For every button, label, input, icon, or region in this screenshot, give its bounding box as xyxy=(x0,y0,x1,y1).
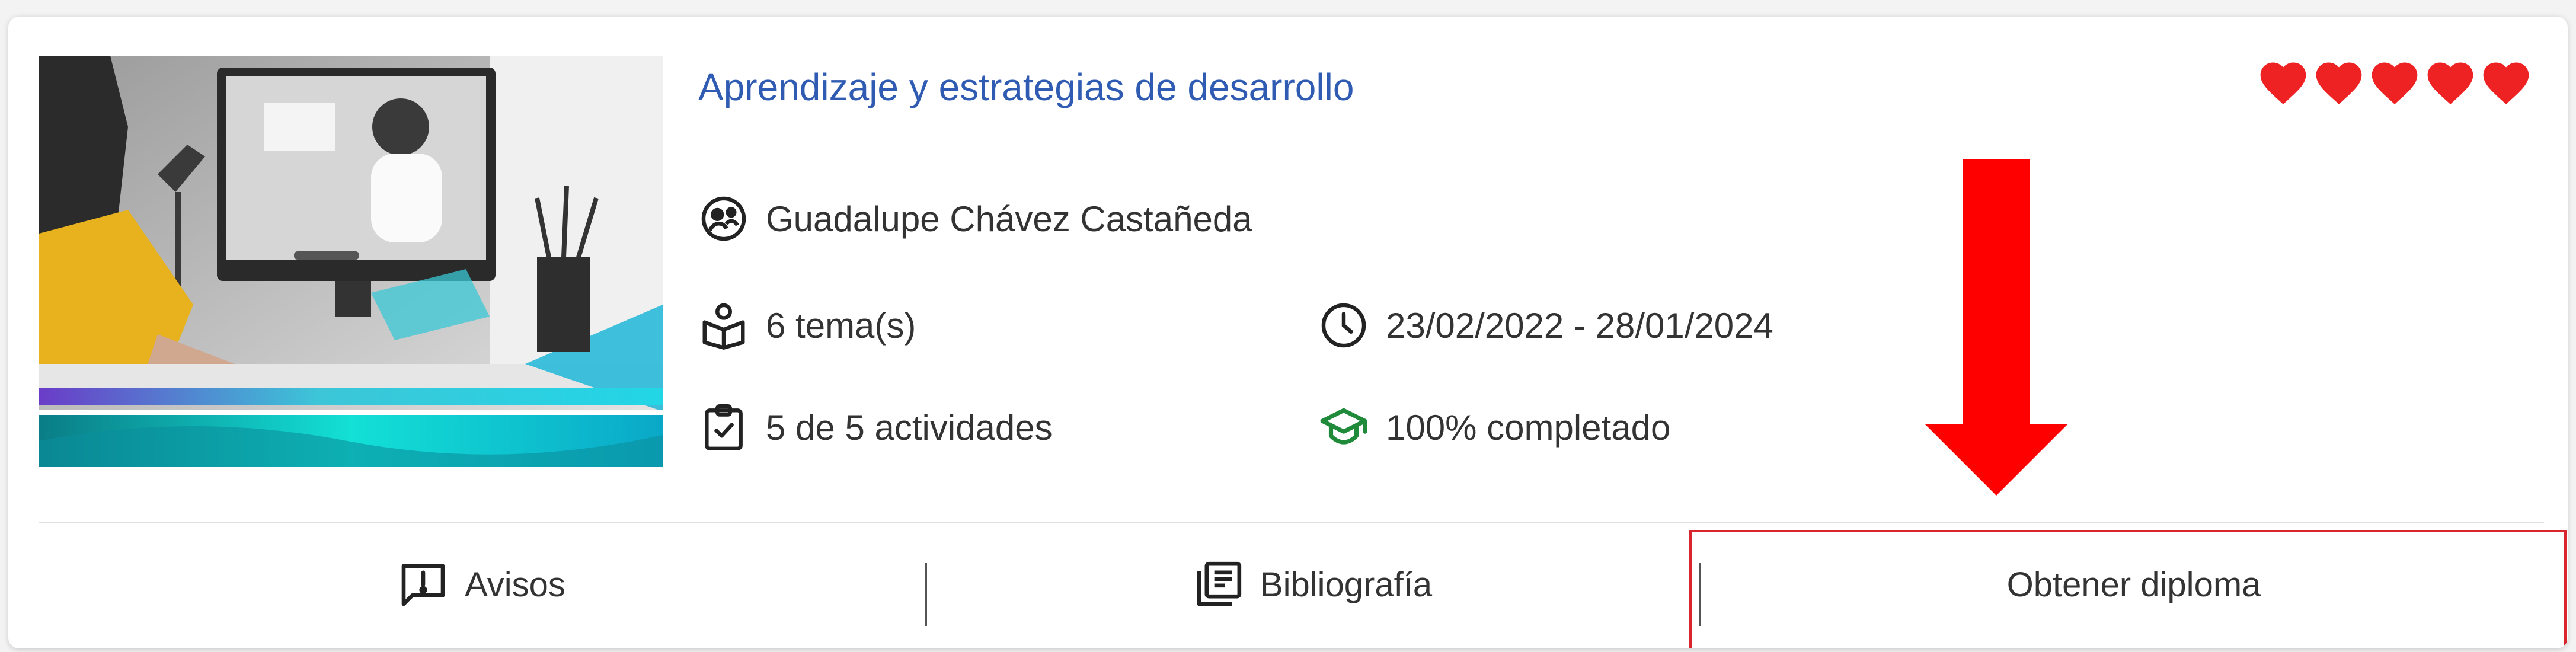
heart-icon xyxy=(2256,56,2310,110)
library-books-icon xyxy=(1193,558,1245,611)
checklist-icon xyxy=(698,402,749,453)
activities-row: 5 de 5 actividades xyxy=(698,402,1053,453)
topics-icon xyxy=(698,300,749,351)
card-divider xyxy=(39,522,2544,523)
announcement-icon xyxy=(397,558,449,611)
course-card: Aprendizaje y estrategias de desarrollo xyxy=(8,17,2568,648)
course-image[interactable] xyxy=(39,56,663,467)
topics-row: 6 tema(s) xyxy=(698,300,916,351)
bibliografia-button[interactable]: Bibliografía xyxy=(927,526,1698,643)
heart-icon xyxy=(2423,56,2478,110)
date-range: 23/02/2022 - 28/01/2024 xyxy=(1386,305,1773,346)
bibliografia-label: Bibliografía xyxy=(1260,565,1433,604)
teacher-icon xyxy=(698,193,749,244)
teacher-name: Guadalupe Chávez Castañeda xyxy=(766,199,1252,239)
rating-hearts xyxy=(2256,56,2533,110)
heart-icon xyxy=(2312,56,2366,110)
avisos-label: Avisos xyxy=(465,565,565,604)
heart-icon xyxy=(2479,56,2533,110)
course-title[interactable]: Aprendizaje y estrategias de desarrollo xyxy=(698,65,1354,109)
avisos-button[interactable]: Avisos xyxy=(39,526,923,643)
diploma-label: Obtener diploma xyxy=(2006,565,2261,604)
activities-count: 5 de 5 actividades xyxy=(766,407,1053,448)
red-down-arrow-icon xyxy=(1925,159,2067,496)
progress-row: 100% completado xyxy=(1318,402,1670,453)
teacher-row: Guadalupe Chávez Castañeda xyxy=(698,193,1252,244)
clock-icon xyxy=(1318,300,1369,351)
dates-row: 23/02/2022 - 28/01/2024 xyxy=(1318,300,1773,351)
heart-icon xyxy=(2367,56,2422,110)
topics-count: 6 tema(s) xyxy=(766,305,916,346)
progress-text: 100% completado xyxy=(1386,407,1671,448)
obtener-diploma-button[interactable]: Obtener diploma xyxy=(1701,526,2567,643)
graduation-cap-icon xyxy=(1318,402,1369,453)
